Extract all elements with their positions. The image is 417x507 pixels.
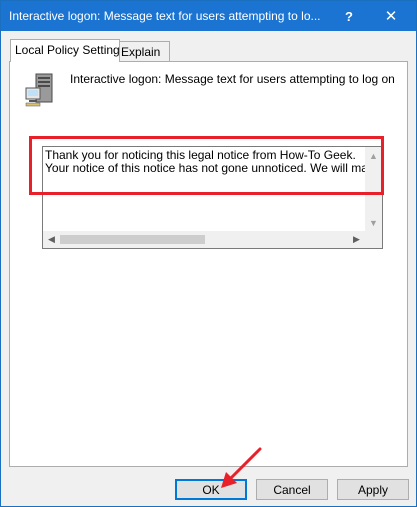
close-button[interactable]: ✕ — [373, 1, 409, 31]
window-title: Interactive logon: Message text for user… — [9, 9, 321, 23]
horizontal-scrollbar[interactable]: ◀ ▶ — [43, 231, 365, 248]
cancel-button[interactable]: Cancel — [256, 479, 328, 500]
annotation-arrow-icon — [221, 447, 262, 488]
scrollbar-corner — [365, 231, 382, 248]
message-text[interactable]: Thank you for noticing this legal notice… — [45, 149, 366, 175]
server-computer-icon — [25, 73, 53, 107]
message-textbox[interactable]: Thank you for noticing this legal notice… — [42, 146, 383, 249]
scroll-left-icon[interactable]: ◀ — [43, 231, 60, 248]
title-bar[interactable]: Interactive logon: Message text for user… — [1, 1, 416, 31]
policy-dialog: Interactive logon: Message text for user… — [0, 0, 417, 507]
apply-button[interactable]: Apply — [337, 479, 409, 500]
scroll-down-icon[interactable]: ▼ — [365, 214, 382, 231]
tab-explain[interactable]: Explain — [116, 41, 170, 62]
scroll-right-icon[interactable]: ▶ — [348, 231, 365, 248]
tab-local-policy-setting[interactable]: Local Policy Setting — [10, 39, 120, 62]
vertical-scrollbar[interactable]: ▲ ▼ — [365, 147, 382, 231]
policy-name: Interactive logon: Message text for user… — [70, 72, 395, 86]
scroll-up-icon[interactable]: ▲ — [365, 147, 382, 164]
tab-panel: Interactive logon: Message text for user… — [9, 61, 408, 467]
horizontal-scroll-thumb[interactable] — [60, 235, 205, 244]
help-button[interactable]: ? — [331, 1, 367, 31]
